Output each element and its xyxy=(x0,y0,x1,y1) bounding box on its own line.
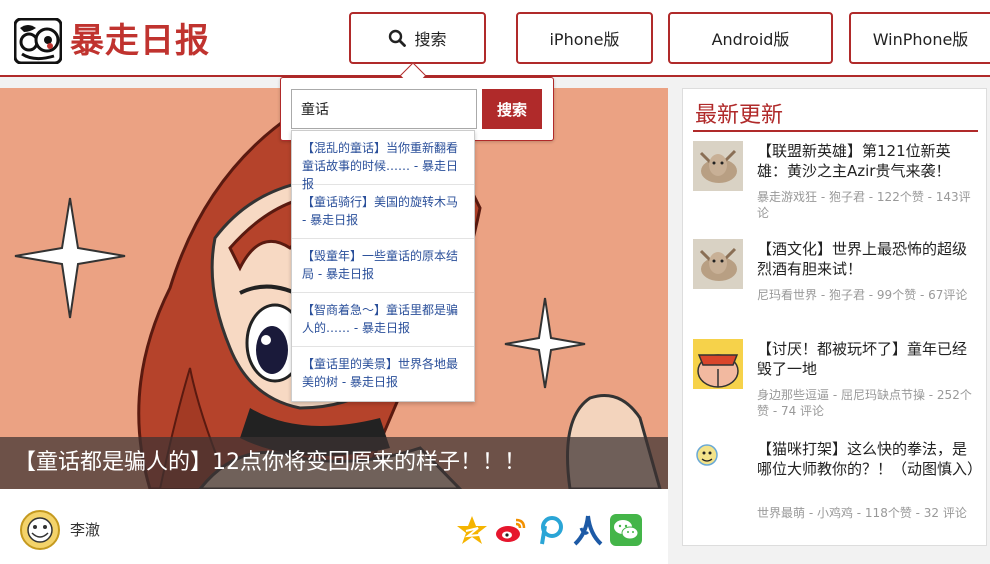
suggestion-item[interactable]: 【混乱的童话】当你重新翻看童话故事的时候…… - 暴走日报 xyxy=(292,131,474,191)
nav-android-label: Android版 xyxy=(711,30,790,49)
nav-iphone-button[interactable]: iPhone版 xyxy=(516,12,653,64)
news-meta: 暴走游戏狂 - 狍子君 - 122个赞 - 143评论 xyxy=(757,190,971,220)
search-submit-button[interactable]: 搜索 xyxy=(482,89,542,129)
nav-android-button[interactable]: Android版 xyxy=(668,12,833,64)
news-meta: 尼玛看世界 - 狍子君 - 99个赞 - 67评论 xyxy=(757,288,968,302)
news-title[interactable]: 【猫咪打架】这么快的拳法，是哪位大师教你的？！（动图慎入） xyxy=(757,439,982,479)
title-divider xyxy=(693,130,978,132)
suggestion-item[interactable]: 【毁童年】一些童话的原本结局 - 暴走日报 xyxy=(292,239,474,293)
nav-winphone-button[interactable]: WinPhone版 xyxy=(849,12,990,64)
nav-iphone-label: iPhone版 xyxy=(549,30,620,49)
rage-face-logo-icon xyxy=(14,18,62,64)
weibo-icon[interactable] xyxy=(494,514,526,546)
news-title[interactable]: 【讨厌！都被玩坏了】童年已经毁了一地 xyxy=(757,339,977,379)
search-icon xyxy=(389,29,407,47)
suggestion-item[interactable]: 【童话里的美景】世界各地最美的树 - 暴走日报 xyxy=(292,347,474,401)
site-logo[interactable]: 暴走日报 xyxy=(14,17,234,65)
news-thumbnail[interactable] xyxy=(693,239,743,289)
news-thumbnail[interactable] xyxy=(693,339,743,389)
search-input[interactable] xyxy=(291,89,477,129)
logo-text: 暴走日报 xyxy=(70,21,210,61)
author-bar: 李澈 xyxy=(0,489,668,564)
top-bar: 暴走日报 搜索 iPhone版 Android版 WinPhone版 xyxy=(0,0,990,77)
renren-icon[interactable] xyxy=(572,514,604,546)
qzone-icon[interactable] xyxy=(456,514,488,546)
news-thumbnail[interactable] xyxy=(693,439,743,489)
wechat-icon[interactable] xyxy=(610,514,642,546)
news-meta: 身边那些逗逼 - 屈尼玛缺点节操 - 252个赞 - 74 评论 xyxy=(757,388,972,418)
pinterest-icon[interactable] xyxy=(534,514,566,546)
suggestion-item[interactable]: 【童话骑行】美国的旋转木马 - 暴走日报 xyxy=(292,185,474,239)
nav-winphone-label: WinPhone版 xyxy=(872,30,969,49)
news-thumbnail[interactable] xyxy=(693,141,743,191)
featured-article-title[interactable]: 【童话都是骗人的】12点你将变回原来的样子！！！ xyxy=(0,437,668,489)
search-suggestions: 【混乱的童话】当你重新翻看童话故事的时候…… - 暴走日报 【童话骑行】美国的旋… xyxy=(291,130,475,402)
nav-search-label: 搜索 xyxy=(414,30,447,49)
suggestion-item[interactable]: 【智商着急～】童话里都是骗人的…… - 暴走日报 xyxy=(292,293,474,347)
nav-search-button[interactable]: 搜索 xyxy=(349,12,486,64)
author-avatar[interactable] xyxy=(20,510,60,550)
news-title[interactable]: 【酒文化】世界上最恐怖的超级烈酒有胆来试！ xyxy=(757,239,977,279)
latest-updates-panel: 最新更新 【联盟新英雄】第121位新英雄：黄沙之主Azir贵气来袭！ 暴走游戏狂… xyxy=(682,88,987,546)
news-meta: 世界最萌 - 小鸡鸡 - 118个赞 - 32 评论 xyxy=(757,506,967,520)
latest-updates-title: 最新更新 xyxy=(695,103,784,128)
author-name[interactable]: 李澈 xyxy=(70,519,100,540)
news-title[interactable]: 【联盟新英雄】第121位新英雄：黄沙之主Azir贵气来袭！ xyxy=(757,141,977,181)
